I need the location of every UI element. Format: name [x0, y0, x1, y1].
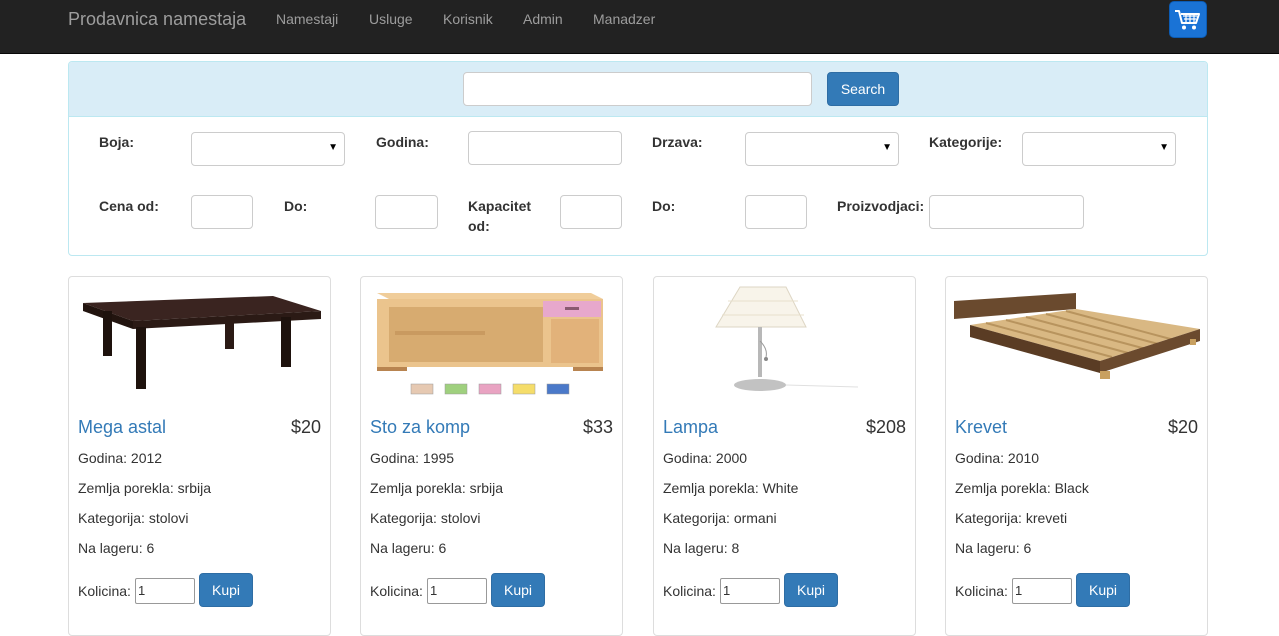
product-name-link[interactable]: Mega astal [78, 416, 166, 438]
chevron-down-icon: ▼ [882, 142, 892, 153]
product-price: $20 [1167, 417, 1198, 437]
product-name-link[interactable]: Krevet [955, 416, 1007, 438]
cart-button[interactable] [1169, 1, 1207, 38]
product-category: Kategorija: kreveti [955, 510, 1068, 526]
product-stock: Na lageru: 6 [78, 540, 155, 556]
product-stock: Na lageru: 6 [955, 540, 1032, 556]
buy-button[interactable]: Kupi [1076, 573, 1130, 607]
quantity-label: Kolicina: [955, 583, 1008, 599]
nav-link-korisnik[interactable]: Korisnik [443, 11, 493, 27]
cena-od-label: Cena od: [99, 198, 159, 214]
table-lamp-image [715, 286, 859, 391]
bed-frame-image [954, 293, 1200, 379]
proizvodjaci-label: Proizvodjaci: [837, 198, 925, 214]
computer-desk-image [377, 293, 603, 395]
product-origin: Zemlja porekla: srbija [78, 480, 212, 496]
kategorije-select[interactable]: ▼ [1022, 132, 1176, 166]
search-filter-panel: Search Boja: ▼ Godina: Drzava: ▼ Kategor… [68, 61, 1208, 256]
search-button[interactable]: Search [827, 72, 899, 106]
cena-do-label: Do: [284, 198, 308, 214]
product-name-link[interactable]: Lampa [663, 416, 718, 438]
chevron-down-icon: ▼ [1159, 142, 1169, 153]
boja-select[interactable]: ▼ [191, 132, 345, 166]
boja-label: Boja: [99, 134, 134, 150]
quantity-input[interactable]: 1 [1012, 578, 1072, 604]
product-price: $208 [865, 417, 906, 437]
product-origin: Zemlja porekla: White [663, 480, 799, 496]
product-stock: Na lageru: 8 [663, 540, 740, 556]
godina-label: Godina: [376, 134, 429, 150]
product-category: Kategorija: ormani [663, 510, 777, 526]
kapacitet-od-label: Kapacitet od: [468, 196, 531, 236]
brand-link[interactable]: Prodavnica namestaja [68, 9, 246, 29]
nav-link-admin[interactable]: Admin [523, 11, 563, 27]
product-year: Godina: 1995 [370, 450, 455, 466]
product-card: Lampa $208 Godina: 2000 Zemlja porekla: … [653, 276, 916, 636]
product-price: $20 [290, 417, 321, 437]
product-name-link[interactable]: Sto za komp [370, 416, 470, 438]
kapacitet-do-input[interactable] [745, 195, 807, 229]
quantity-input[interactable]: 1 [135, 578, 195, 604]
godina-input[interactable] [468, 131, 622, 165]
nav-link-namestaji[interactable]: Namestaji [276, 11, 338, 27]
cena-do-input[interactable] [375, 195, 438, 229]
shopping-cart-icon [1175, 9, 1200, 29]
quantity-label: Kolicina: [78, 583, 131, 599]
product-year: Godina: 2000 [663, 450, 748, 466]
product-year: Godina: 2012 [78, 450, 163, 466]
coffee-table-image [83, 296, 321, 389]
product-category: Kategorija: stolovi [370, 510, 481, 526]
product-card: Mega astal $20 Godina: 2012 Zemlja porek… [68, 276, 331, 636]
quantity-label: Kolicina: [663, 583, 716, 599]
quantity-label: Kolicina: [370, 583, 423, 599]
search-input[interactable] [463, 72, 812, 106]
quantity-input[interactable]: 1 [720, 578, 780, 604]
buy-button[interactable]: Kupi [784, 573, 838, 607]
quantity-input[interactable]: 1 [427, 578, 487, 604]
product-card: Sto za komp $33 Godina: 1995 Zemlja pore… [360, 276, 623, 636]
drzava-select[interactable]: ▼ [745, 132, 899, 166]
kapacitet-od-input[interactable] [560, 195, 622, 229]
cena-od-input[interactable] [191, 195, 253, 229]
kapacitet-label-line1: Kapacitet [468, 198, 532, 214]
chevron-down-icon: ▼ [328, 142, 338, 153]
search-panel-heading: Search [69, 62, 1207, 117]
product-price: $33 [582, 417, 613, 437]
product-year: Godina: 2010 [955, 450, 1040, 466]
product-category: Kategorija: stolovi [78, 510, 189, 526]
kapacitet-label-line2: od: [468, 218, 490, 234]
product-stock: Na lageru: 6 [370, 540, 447, 556]
nav-link-usluge[interactable]: Usluge [369, 11, 413, 27]
nav-link-manadzer[interactable]: Manadzer [593, 11, 655, 27]
product-card: Krevet $20 Godina: 2010 Zemlja porekla: … [945, 276, 1208, 636]
kapacitet-do-label: Do: [652, 198, 676, 214]
product-origin: Zemlja porekla: srbija [370, 480, 504, 496]
proizvodjaci-input[interactable] [929, 195, 1084, 229]
product-origin: Zemlja porekla: Black [955, 480, 1089, 496]
buy-button[interactable]: Kupi [491, 573, 545, 607]
buy-button[interactable]: Kupi [199, 573, 253, 607]
kategorije-label: Kategorije: [929, 134, 1003, 150]
top-navbar: Prodavnica namestaja Namestaji Usluge Ko… [0, 0, 1279, 54]
drzava-label: Drzava: [652, 134, 703, 150]
